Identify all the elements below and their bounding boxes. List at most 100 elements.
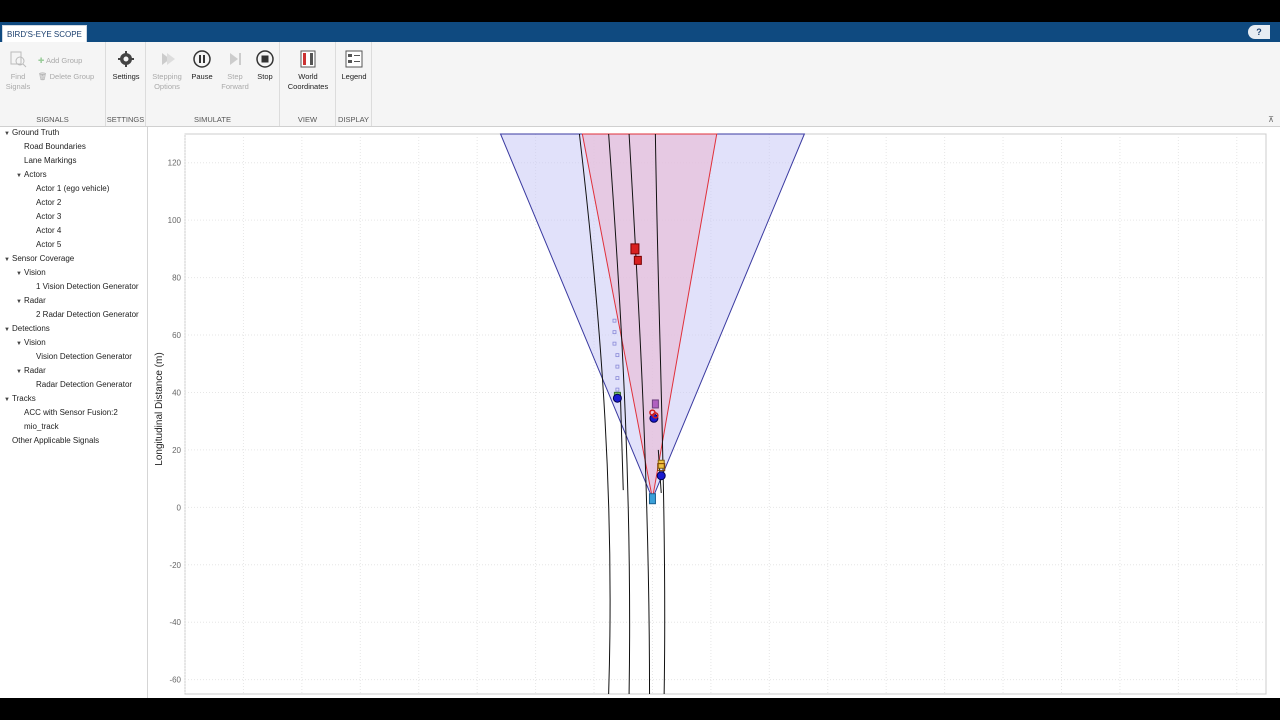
tree-item[interactable]: ACC with Sensor Fusion:2	[16, 408, 118, 418]
help-icon[interactable]: ?	[1248, 25, 1270, 39]
gear-icon	[118, 51, 134, 67]
delete-group-label: Delete Group	[49, 72, 95, 81]
y-tick-label: 60	[172, 331, 181, 340]
simulate-group: Stepping Options Pause Step Forward Stop…	[146, 42, 280, 126]
tree-item[interactable]: ▼ Radar	[16, 296, 46, 307]
tab-birds-eye-scope[interactable]: BIRD'S-EYE SCOPE	[2, 25, 87, 42]
y-tick-label: 20	[172, 446, 181, 455]
expand-triangle-icon[interactable]: ▼	[16, 171, 24, 181]
settings-group-label: SETTINGS	[106, 115, 145, 124]
stop-button[interactable]: Stop	[252, 50, 278, 82]
find-signals-button[interactable]: Find Signals	[4, 50, 32, 92]
tree-item[interactable]: Actor 2	[28, 198, 61, 208]
world-coordinates-button[interactable]: World Coordinates	[282, 50, 334, 92]
tree-item-label: Radar Detection Generator	[36, 380, 133, 389]
y-tick-label: -20	[169, 561, 181, 570]
actor-marker	[630, 243, 640, 255]
tree-item[interactable]: mio_track	[16, 422, 59, 432]
tree-item[interactable]: Actor 5	[28, 240, 61, 250]
step-forward-icon	[230, 53, 241, 65]
tree-item[interactable]: ▼ Actors	[16, 170, 47, 181]
ego-vehicle-marker	[648, 493, 656, 505]
tree-item[interactable]: ▼ Vision	[16, 268, 46, 279]
expand-triangle-icon[interactable]: ▼	[16, 339, 24, 349]
y-axis-label: Longitudinal Distance (m)	[154, 352, 165, 465]
expand-triangle-icon[interactable]: ▼	[16, 269, 24, 279]
find-signals-label: Find Signals	[5, 72, 31, 91]
view-group-label: VIEW	[297, 115, 318, 124]
tree-item-label: 2 Radar Detection Generator	[36, 310, 139, 319]
expand-triangle-icon[interactable]: ▼	[16, 367, 24, 377]
delete-group-button[interactable]: 🗑 Delete Group	[38, 72, 94, 81]
tree-item[interactable]: Road Boundaries	[16, 142, 86, 152]
tree-item-label: Road Boundaries	[24, 142, 86, 151]
tree-item-label: Detections	[12, 324, 50, 333]
tree-item-label: Ground Truth	[12, 128, 60, 137]
app-window: BIRD'S-EYE SCOPE ? Find Signals ✚ Add Gr…	[0, 22, 1280, 719]
actor-marker	[657, 459, 665, 469]
tree-item[interactable]: ▼ Ground Truth	[4, 128, 59, 139]
settings-button[interactable]: Settings	[108, 50, 144, 82]
tree-item[interactable]: 1 Vision Detection Generator	[28, 282, 139, 292]
tree-item-label: Radar	[24, 366, 46, 375]
world-coordinates-label: World Coordinates	[287, 72, 329, 91]
add-group-label: Add Group	[45, 56, 83, 65]
y-tick-label: -60	[169, 676, 181, 685]
expand-triangle-icon[interactable]: ▼	[4, 255, 12, 265]
find-signals-icon	[10, 51, 27, 68]
expand-triangle-icon[interactable]: ▼	[4, 395, 12, 405]
tree-item[interactable]: Actor 1 (ego vehicle)	[28, 184, 109, 194]
ribbon-toolstrip: Find Signals ✚ Add Group 🗑 Delete Group …	[0, 42, 1280, 127]
tree-item-label: Actor 1 (ego vehicle)	[36, 184, 110, 193]
stop-icon	[256, 50, 274, 68]
signals-group-label: SIGNALS	[36, 115, 69, 124]
tree-item[interactable]: ▼ Radar	[16, 366, 46, 377]
y-tick-label: 0	[177, 503, 182, 512]
tree-item[interactable]: ▼ Vision	[16, 338, 46, 349]
stepping-icon	[162, 53, 175, 65]
birds-eye-plot[interactable]: 160140120100806040200-20-40-60-80-100-12…	[148, 127, 1280, 719]
tree-item-label: Actor 3	[36, 212, 62, 221]
signals-group: Find Signals ✚ Add Group 🗑 Delete Group …	[0, 42, 106, 126]
tree-item-label: Lane Markings	[24, 156, 77, 165]
tree-item-label: Radar	[24, 296, 46, 305]
track-marker	[656, 471, 666, 481]
tree-item-label: Sensor Coverage	[12, 254, 75, 263]
plot-canvas[interactable]: 160140120100806040200-20-40-60-80-100-12…	[148, 127, 1280, 719]
view-group: World Coordinates VIEW	[280, 42, 336, 126]
tree-item-label: Vision	[24, 338, 46, 347]
legend-label: Legend	[341, 72, 367, 81]
tree-item-label: Other Applicable Signals	[12, 436, 100, 445]
stepping-options-button[interactable]: Stepping Options	[148, 50, 186, 92]
tree-item-label: Actor 5	[36, 240, 62, 249]
tree-item[interactable]: Lane Markings	[16, 156, 76, 166]
expand-triangle-icon[interactable]: ▼	[16, 297, 24, 307]
tree-item[interactable]: Actor 3	[28, 212, 61, 222]
tree-item[interactable]: Actor 4	[28, 226, 61, 236]
tree-item-label: Vision	[24, 268, 46, 277]
tree-item-label: Actor 2	[36, 198, 62, 207]
y-tick-label: 120	[168, 159, 182, 168]
pause-label: Pause	[191, 72, 213, 81]
simulate-group-label: SIMULATE	[194, 115, 231, 124]
tree-item[interactable]: Vision Detection Generator	[28, 352, 132, 362]
tree-item[interactable]: ▼ Detections	[4, 324, 50, 335]
step-forward-button[interactable]: Step Forward	[220, 50, 250, 92]
display-group: Legend DISPLAY	[336, 42, 372, 126]
collapse-ribbon-icon[interactable]: ⊼	[1268, 115, 1274, 124]
pause-icon	[193, 50, 211, 68]
tree-item[interactable]: 2 Radar Detection Generator	[28, 310, 139, 320]
tree-item[interactable]: Other Applicable Signals	[4, 436, 99, 446]
add-group-button[interactable]: ✚ Add Group	[38, 56, 82, 65]
tree-item[interactable]: ▼ Tracks	[4, 394, 36, 405]
expand-triangle-icon[interactable]: ▼	[4, 129, 12, 139]
pause-button[interactable]: Pause	[188, 50, 216, 82]
tree-item[interactable]: ▼ Sensor Coverage	[4, 254, 74, 265]
expand-triangle-icon[interactable]: ▼	[4, 325, 12, 335]
y-tick-label: 100	[168, 216, 182, 225]
tree-item[interactable]: Radar Detection Generator	[28, 380, 132, 390]
world-coordinates-icon	[300, 50, 316, 68]
legend-button[interactable]: Legend	[338, 50, 370, 82]
y-tick-label: -40	[169, 618, 181, 627]
legend-icon	[345, 50, 363, 68]
